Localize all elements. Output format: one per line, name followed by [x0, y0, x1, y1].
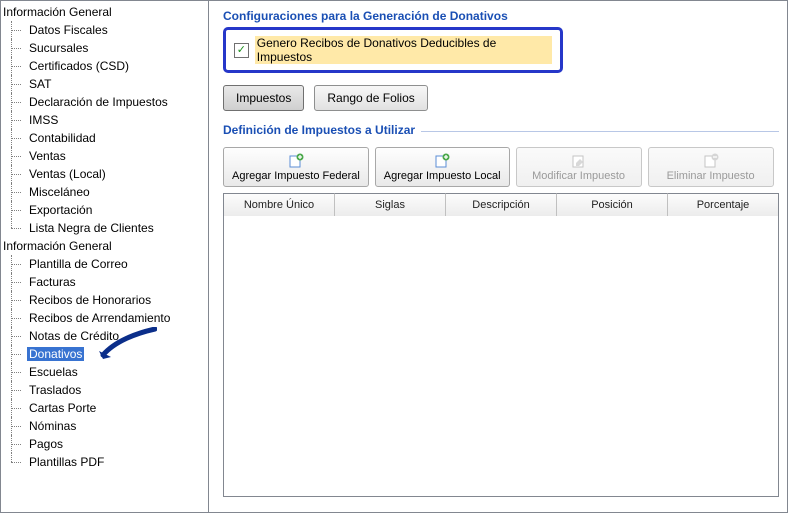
check-icon: ✓ — [237, 45, 246, 56]
delete-icon — [703, 153, 719, 169]
tree-item-label: Datos Fiscales — [27, 23, 110, 37]
tree-item-label: Sucursales — [27, 41, 90, 55]
col-porcentaje[interactable]: Porcentaje — [668, 193, 778, 216]
taxes-grid-body[interactable] — [224, 216, 778, 496]
tab-row: Impuestos Rango de Folios — [223, 85, 779, 111]
main-panel: Configuraciones para la Generación de Do… — [209, 1, 787, 512]
tree-item-label: SAT — [27, 77, 53, 91]
tree-item-label: Lista Negra de Clientes — [27, 221, 156, 235]
tree-item[interactable]: Datos Fiscales — [1, 21, 208, 39]
config-highlight-box: ✓ Genero Recibos de Donativos Deducibles… — [223, 27, 563, 73]
col-posicion[interactable]: Posición — [557, 193, 668, 216]
sidebar-tree: Información General Datos Fiscales Sucurs… — [1, 1, 209, 512]
taxes-grid: Nombre Único Siglas Descripción Posición… — [223, 193, 779, 497]
tree-item-label: Donativos — [27, 347, 84, 361]
tree-item[interactable]: Plantillas PDF — [1, 453, 208, 471]
tree-item[interactable]: Lista Negra de Clientes — [1, 219, 208, 237]
tab-impuestos[interactable]: Impuestos — [223, 85, 304, 111]
tree-item-label: Certificados (CSD) — [27, 59, 131, 73]
taxes-toolbar: Agregar Impuesto Federal Agregar Impuest… — [223, 147, 779, 187]
add-federal-tax-label: Agregar Impuesto Federal — [232, 170, 360, 182]
tree-item-label: Recibos de Arrendamiento — [27, 311, 172, 325]
tree-item-label: Plantillas PDF — [27, 455, 106, 469]
tree-item-label: Recibos de Honorarios — [27, 293, 153, 307]
tree-item-label: Contabilidad — [27, 131, 98, 145]
tree-item-label: Misceláneo — [27, 185, 92, 199]
tree-item[interactable]: Misceláneo — [1, 183, 208, 201]
tree-item[interactable]: Traslados — [1, 381, 208, 399]
tree-item[interactable]: Recibos de Arrendamiento — [1, 309, 208, 327]
tree-item-label: Plantilla de Correo — [27, 257, 130, 271]
genera-recibos-checkbox[interactable]: ✓ — [234, 43, 249, 58]
col-siglas[interactable]: Siglas — [335, 193, 446, 216]
config-section-title: Configuraciones para la Generación de Do… — [223, 9, 779, 23]
tree-item[interactable]: Contabilidad — [1, 129, 208, 147]
tree-item-label: IMSS — [27, 113, 60, 127]
annotation-arrow-icon — [97, 327, 157, 363]
tree-item[interactable]: IMSS — [1, 111, 208, 129]
tree-item[interactable]: Nóminas — [1, 417, 208, 435]
taxes-fieldset: Definición de Impuestos a Utilizar Agreg… — [223, 123, 779, 497]
tree-item-label: Facturas — [27, 275, 78, 289]
add-icon — [434, 153, 450, 169]
col-nombre-unico[interactable]: Nombre Único — [224, 193, 335, 216]
tree-item[interactable]: Escuelas — [1, 363, 208, 381]
add-federal-tax-button[interactable]: Agregar Impuesto Federal — [223, 147, 369, 187]
col-descripcion[interactable]: Descripción — [446, 193, 557, 216]
tree-item[interactable]: Ventas (Local) — [1, 165, 208, 183]
tree-item[interactable]: Ventas — [1, 147, 208, 165]
edit-icon — [571, 153, 587, 169]
delete-tax-label: Eliminar Impuesto — [667, 170, 755, 182]
tree-item-label: Escuelas — [27, 365, 80, 379]
genera-recibos-label: Genero Recibos de Donativos Deducibles d… — [255, 36, 552, 64]
tree-item-label: Exportación — [27, 203, 94, 217]
tree-item-label: Ventas (Local) — [27, 167, 108, 181]
tree-item[interactable]: Declaración de Impuestos — [1, 93, 208, 111]
tree-item[interactable]: Plantilla de Correo — [1, 255, 208, 273]
tree-item-label: Pagos — [27, 437, 65, 451]
delete-tax-button: Eliminar Impuesto — [648, 147, 774, 187]
modify-tax-button: Modificar Impuesto — [516, 147, 642, 187]
tree-item[interactable]: Pagos — [1, 435, 208, 453]
tree-group-1-label[interactable]: Información General — [1, 3, 208, 21]
tree-item[interactable]: SAT — [1, 75, 208, 93]
tree-item-label: Cartas Porte — [27, 401, 98, 415]
tree-group-2-label[interactable]: Información General — [1, 237, 208, 255]
tab-rango-folios[interactable]: Rango de Folios — [314, 85, 427, 111]
tree-item[interactable]: Recibos de Honorarios — [1, 291, 208, 309]
tree-item[interactable]: Exportación — [1, 201, 208, 219]
modify-tax-label: Modificar Impuesto — [532, 170, 625, 182]
taxes-grid-header: Nombre Único Siglas Descripción Posición… — [224, 193, 778, 216]
tree-item-label: Ventas — [27, 149, 68, 163]
tree-item[interactable]: Sucursales — [1, 39, 208, 57]
tree-item[interactable]: Facturas — [1, 273, 208, 291]
add-local-tax-label: Agregar Impuesto Local — [384, 170, 501, 182]
tree-item-label: Traslados — [27, 383, 83, 397]
tree-item[interactable]: Cartas Porte — [1, 399, 208, 417]
tree-item-label: Nóminas — [27, 419, 78, 433]
tree-item[interactable]: Certificados (CSD) — [1, 57, 208, 75]
add-local-tax-button[interactable]: Agregar Impuesto Local — [375, 147, 510, 187]
tree-item-label: Declaración de Impuestos — [27, 95, 170, 109]
add-icon — [288, 153, 304, 169]
taxes-legend: Definición de Impuestos a Utilizar — [223, 123, 421, 137]
